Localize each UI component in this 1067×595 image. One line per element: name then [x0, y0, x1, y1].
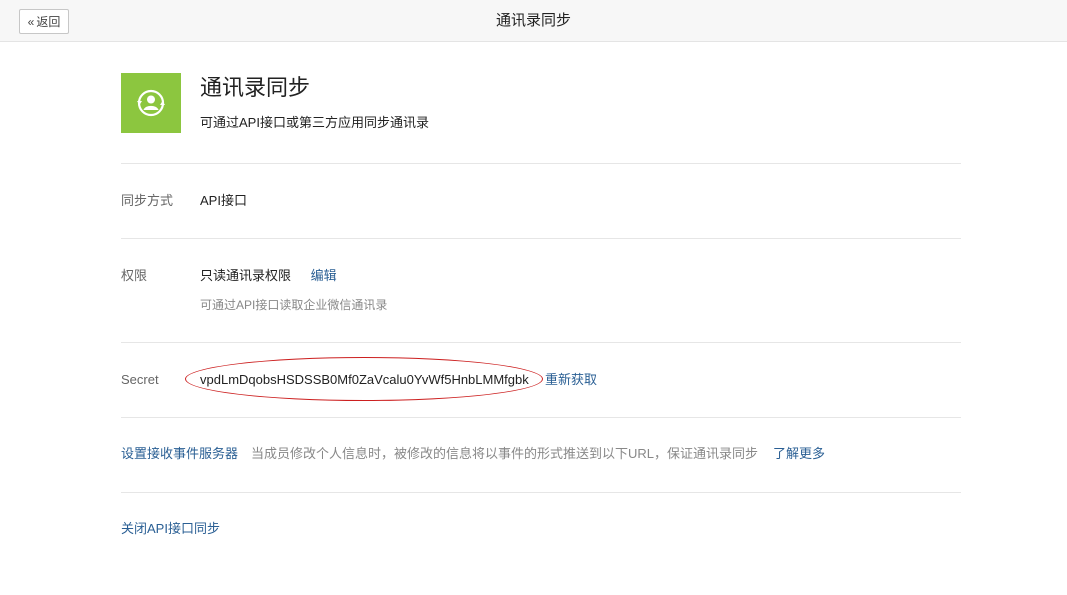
- top-bar: « 返回 通讯录同步: [0, 0, 1067, 42]
- app-title: 通讯录同步: [200, 75, 311, 100]
- app-description: 可通过API接口或第三方应用同步通讯录: [200, 115, 429, 130]
- permission-label: 权限: [121, 268, 148, 283]
- permission-value: 只读通讯录权限: [200, 268, 292, 283]
- divider: [121, 342, 961, 343]
- divider: [121, 238, 961, 239]
- divider: [121, 163, 961, 164]
- permission-value-row: 只读通讯录权限 编辑: [200, 267, 337, 285]
- set-event-server-link[interactable]: 设置接收事件服务器: [121, 445, 238, 463]
- permission-note: 可通过API接口读取企业微信通讯录: [200, 298, 388, 312]
- learn-more-link[interactable]: 了解更多: [773, 445, 825, 463]
- divider: [121, 417, 961, 418]
- page-header-title: 通讯录同步: [495, 12, 571, 29]
- sync-method-value: API接口: [200, 193, 247, 208]
- secret-value: vpdLmDqobsHSDSSB0Mf0ZaVcalu0YvWf5HnbLMMf…: [200, 372, 529, 387]
- secret-label: Secret: [121, 372, 159, 387]
- edit-permission-link[interactable]: 编辑: [311, 268, 337, 283]
- close-api-sync-link[interactable]: 关闭API接口同步: [121, 520, 220, 538]
- refresh-secret-link[interactable]: 重新获取: [545, 371, 597, 389]
- event-server-description: 当成员修改个人信息时，被修改的信息将以事件的形式推送到以下URL，保证通讯录同步: [251, 446, 759, 461]
- contacts-sync-icon: [121, 73, 181, 133]
- sync-method-label: 同步方式: [121, 193, 174, 208]
- divider: [121, 492, 961, 493]
